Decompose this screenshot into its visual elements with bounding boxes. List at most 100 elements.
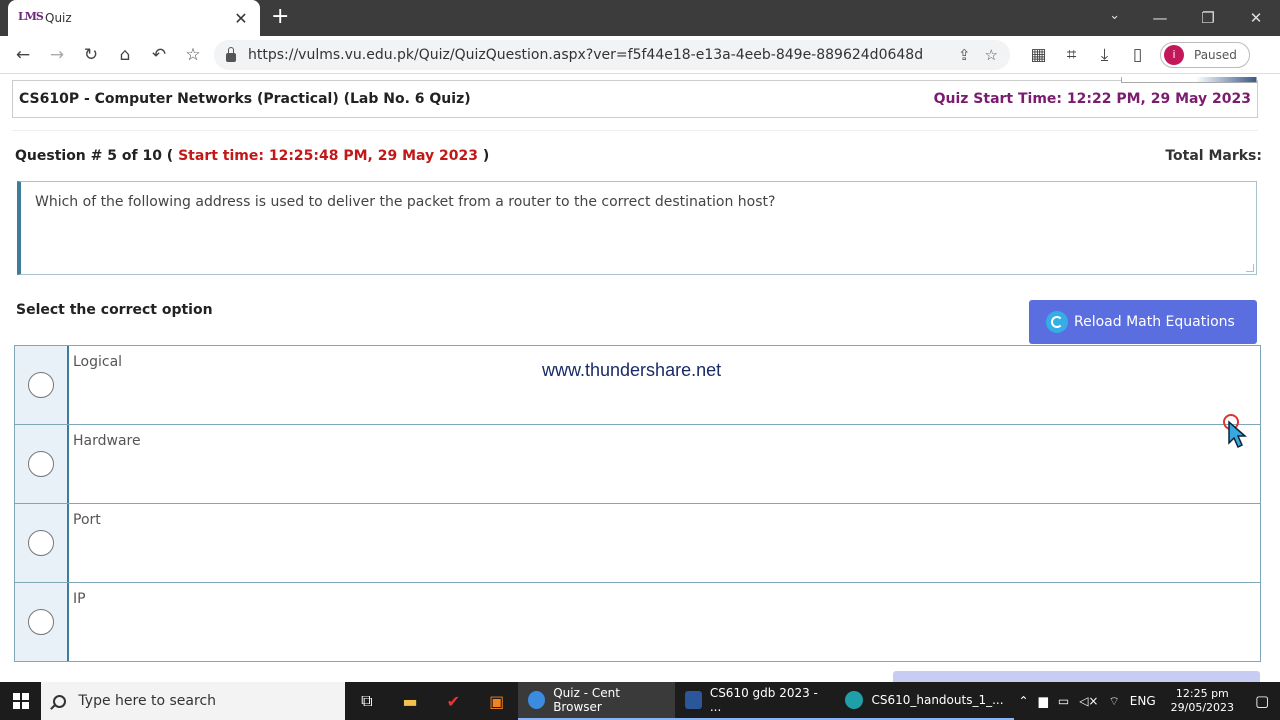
watermark-text: www.thundershare.net	[542, 360, 722, 380]
resize-grip-icon[interactable]	[1246, 264, 1254, 272]
clock-time: 12:25 pm	[1175, 687, 1229, 700]
search-placeholder: Type here to search	[78, 693, 217, 709]
option-radio[interactable]	[28, 530, 54, 556]
radio-cell[interactable]	[15, 425, 69, 503]
browser-tab-quiz[interactable]: LMS Quiz ✕	[8, 0, 260, 36]
taskbar-app-edge[interactable]: CS610_handouts_1_...	[835, 682, 1014, 720]
quiz-start-time: Quiz Start Time: 12:22 PM, 29 May 2023	[934, 91, 1251, 107]
answer-option[interactable]: IP	[14, 582, 1261, 662]
question-header: Question # 5 of 10 ( Start time: 12:25:4…	[15, 148, 489, 164]
window-close-icon[interactable]: ✕	[1232, 9, 1280, 27]
radio-cell[interactable]	[15, 504, 69, 582]
xampp-icon[interactable]: ▣	[475, 682, 518, 720]
url-text[interactable]: https://vulms.vu.edu.pk/Quiz/QuizQuestio…	[248, 47, 958, 63]
share-icon[interactable]: ⇪	[958, 46, 971, 64]
edge-icon	[845, 691, 864, 709]
wifi-icon[interactable]: ⌔	[1103, 694, 1124, 709]
home-icon[interactable]: ⌂	[108, 45, 142, 65]
taskbar-app-word[interactable]: CS610 gdb 2023 - ...	[674, 682, 836, 720]
option-radio[interactable]	[28, 451, 54, 477]
answer-option[interactable]: Logical	[14, 345, 1261, 425]
option-radio[interactable]	[28, 372, 54, 398]
option-text: Logical	[73, 354, 123, 370]
quiz-start-label: Quiz Start Time:	[933, 91, 1063, 107]
select-option-label: Select the correct option	[16, 302, 213, 318]
question-start-time: Start time: 12:25:48 PM, 29 May 2023	[178, 148, 479, 164]
tray-app-icon[interactable]: ▆	[1034, 694, 1053, 708]
profile-button[interactable]: i Paused	[1160, 42, 1250, 68]
bookmark-page-icon[interactable]: ☆	[985, 46, 998, 64]
taskbar-app-label: CS610 gdb 2023 - ...	[709, 686, 818, 714]
side-panel-icon[interactable]: ▯	[1121, 45, 1154, 65]
header-tab-stub	[1121, 77, 1257, 83]
volume-muted-icon[interactable]: ◁×	[1074, 694, 1103, 708]
language-indicator[interactable]: ENG	[1125, 694, 1161, 708]
minimize-icon[interactable]: —	[1136, 9, 1184, 27]
tab-search-chevron-icon[interactable]: ⌄	[1109, 8, 1120, 23]
total-marks-label: Total Marks:	[1165, 148, 1262, 164]
tab-close-icon[interactable]: ✕	[232, 9, 250, 28]
question-text: Which of the following address is used t…	[35, 194, 776, 210]
toolbar-right: ▦ ⌗ ⤓ ▯ i Paused	[1022, 40, 1250, 70]
avatar: i	[1164, 45, 1184, 65]
quiz-page: CS610P - Computer Networks (Practical) (…	[0, 75, 1280, 682]
cent-browser-icon	[528, 691, 546, 709]
clock-date: 29/05/2023	[1170, 701, 1235, 714]
notifications-icon[interactable]: ▢	[1244, 692, 1280, 710]
refresh-icon	[1046, 311, 1068, 333]
next-button-partial[interactable]	[893, 671, 1260, 682]
search-icon	[53, 694, 67, 708]
download-icon[interactable]: ⤓	[1088, 45, 1121, 65]
undo-close-tab-icon[interactable]: ↶	[142, 45, 176, 65]
reload-math-equations-button[interactable]: Reload Math Equations	[1029, 300, 1257, 344]
crop-screenshot-icon[interactable]: ⌗	[1055, 45, 1088, 65]
answer-option[interactable]: Hardware	[14, 424, 1261, 504]
tab-title: Quiz	[45, 11, 72, 25]
apps-grid-icon[interactable]: ▦	[1022, 45, 1055, 65]
task-view-icon[interactable]: ⧉	[345, 682, 388, 720]
address-bar[interactable]: https://vulms.vu.edu.pk/Quiz/QuizQuestio…	[214, 40, 1010, 70]
word-icon	[684, 691, 702, 709]
answer-options: Logical Hardware Port IP	[14, 345, 1261, 662]
battery-icon[interactable]: ▭	[1053, 694, 1074, 708]
taskbar-app-label: CS610_handouts_1_...	[871, 693, 1004, 707]
start-button[interactable]	[0, 682, 41, 720]
mouse-cursor-icon	[1223, 414, 1247, 449]
course-header: CS610P - Computer Networks (Practical) (…	[12, 77, 1258, 118]
radio-cell[interactable]	[15, 346, 69, 424]
browser-tab-strip: LMS Quiz ✕ + ⌄ — ❐ ✕	[0, 0, 1280, 36]
question-text-box: Which of the following address is used t…	[17, 181, 1257, 275]
option-radio[interactable]	[28, 609, 54, 635]
question-paren-close: )	[482, 148, 490, 164]
radio-cell[interactable]	[15, 583, 69, 661]
new-tab-icon[interactable]: +	[271, 6, 289, 28]
restore-icon[interactable]: ❐	[1184, 9, 1232, 27]
option-text: Hardware	[73, 433, 141, 449]
windows-taskbar: Type here to search ⧉ ▬ ✔ ▣ Quiz - Cent …	[0, 682, 1280, 720]
taskbar-app-cent-browser[interactable]: Quiz - Cent Browser	[518, 682, 675, 720]
question-number: Question # 5 of 10 (	[15, 148, 174, 164]
reload-button-label: Reload Math Equations	[1074, 314, 1235, 330]
windows-logo-icon	[12, 693, 29, 709]
profile-status: Paused	[1194, 48, 1237, 62]
taskbar-app-label: Quiz - Cent Browser	[553, 686, 620, 714]
quiz-start-value: 12:22 PM, 29 May 2023	[1066, 91, 1251, 107]
window-controls: — ❐ ✕	[1136, 0, 1280, 36]
system-tray: ⌃ ▆ ▭ ◁× ⌔ ENG 12:25 pm 29/05/2023 ▢	[1014, 682, 1280, 720]
option-text: IP	[73, 591, 86, 607]
clock[interactable]: 12:25 pm 29/05/2023	[1161, 687, 1244, 715]
checkmark-app-icon[interactable]: ✔	[432, 682, 475, 720]
taskbar-search[interactable]: Type here to search	[41, 682, 346, 720]
tray-expand-icon[interactable]: ⌃	[1014, 694, 1034, 708]
file-explorer-icon[interactable]: ▬	[388, 682, 431, 720]
answer-option[interactable]: Port	[14, 503, 1261, 583]
course-title: CS610P - Computer Networks (Practical) (…	[19, 91, 471, 107]
lms-favicon-icon: LMS	[18, 10, 44, 23]
bookmark-star-icon[interactable]: ☆	[176, 45, 210, 65]
lock-icon[interactable]	[226, 46, 236, 62]
reload-page-icon[interactable]: ↻	[74, 45, 108, 65]
divider	[12, 130, 1258, 131]
browser-toolbar: ← → ↻ ⌂ ↶ ☆ https://vulms.vu.edu.pk/Quiz…	[0, 36, 1280, 74]
back-icon[interactable]: ←	[6, 45, 40, 65]
forward-icon[interactable]: →	[40, 45, 74, 65]
